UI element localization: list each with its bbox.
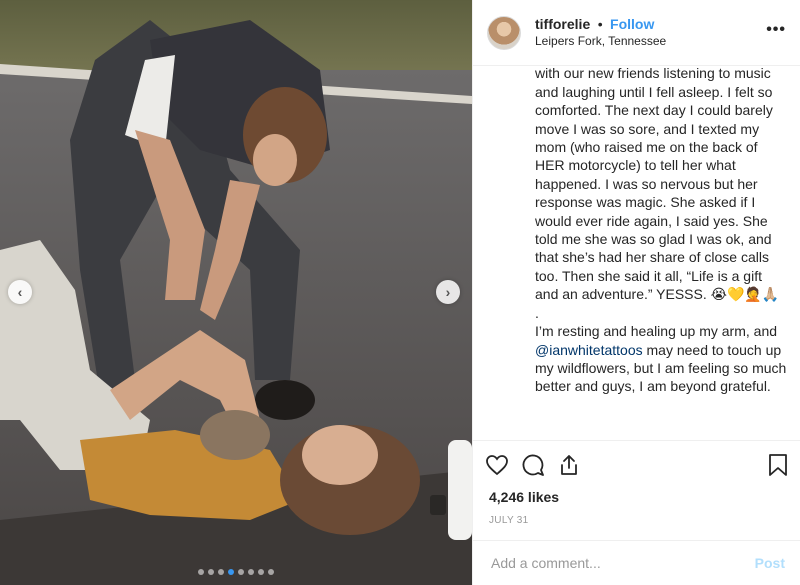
post-header: tifforelie • Follow Leipers Fork, Tennes… [473, 0, 800, 66]
carousel-dot [238, 569, 244, 575]
share-icon[interactable] [557, 453, 581, 477]
post-date[interactable]: JULY 31 [473, 515, 800, 526]
username-link[interactable]: tifforelie [535, 16, 590, 32]
caption-scroll-area[interactable]: cleaned me up in the ambulance, sat with… [473, 66, 800, 440]
post-photo[interactable]: ‹ › [0, 0, 472, 585]
post-caption: cleaned me up in the ambulance, sat with… [535, 66, 789, 396]
post-comment-button[interactable]: Post [755, 555, 785, 571]
carousel-dot [218, 569, 224, 575]
location-link[interactable]: Leipers Fork, Tennessee [535, 33, 666, 50]
photo-illustration [0, 0, 472, 585]
instagram-post: ‹ › tifforelie • Follow Leipers Fork, Te… [0, 0, 800, 585]
mention-link[interactable]: @ianwhitetattoos [535, 342, 643, 358]
header-text: tifforelie • Follow Leipers Fork, Tennes… [535, 16, 666, 50]
heart-icon[interactable] [485, 453, 509, 477]
avatar[interactable] [487, 15, 521, 50]
bookmark-icon[interactable] [767, 453, 789, 477]
chevron-right-icon: › [445, 284, 451, 300]
likes-count[interactable]: 4,246 likes [473, 489, 800, 505]
carousel-dot [268, 569, 274, 575]
header-separator: • [597, 15, 603, 32]
comment-composer: Post [473, 540, 800, 585]
post-side-panel: tifforelie • Follow Leipers Fork, Tennes… [472, 0, 800, 585]
carousel-dots [0, 569, 472, 575]
action-icon-row [473, 441, 800, 489]
carousel-dot [228, 569, 234, 575]
carousel-next-button[interactable]: › [436, 280, 460, 304]
carousel-prev-button[interactable]: ‹ [8, 280, 32, 304]
carousel-dot [198, 569, 204, 575]
carousel-dot [208, 569, 214, 575]
caption-text-before: cleaned me up in the ambulance, sat with… [535, 66, 780, 340]
comment-icon[interactable] [521, 453, 545, 477]
chevron-left-icon: ‹ [17, 284, 23, 300]
post-actions: 4,246 likes JULY 31 [473, 440, 800, 526]
carousel-dot [248, 569, 254, 575]
comment-input[interactable] [489, 554, 755, 572]
follow-button[interactable]: Follow [610, 16, 654, 32]
more-options-icon[interactable]: ••• [766, 21, 786, 45]
carousel-dot [258, 569, 264, 575]
